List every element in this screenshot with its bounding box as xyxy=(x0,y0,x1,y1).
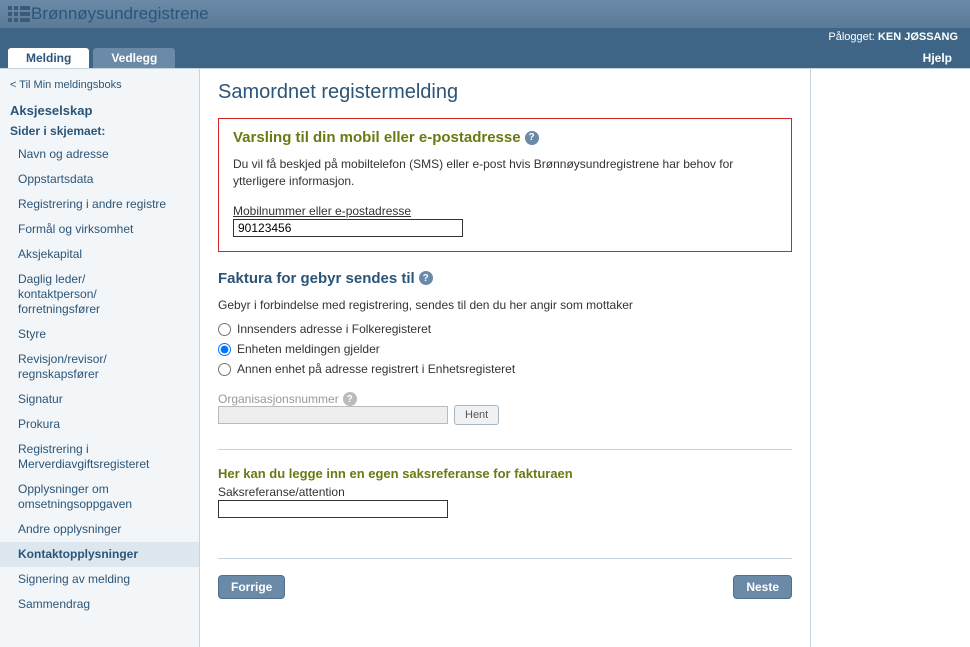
faktura-desc: Gebyr i forbindelse med registrering, se… xyxy=(218,297,792,314)
next-button[interactable]: Neste xyxy=(733,575,792,599)
varsling-title: Varsling til din mobil eller e-postadres… xyxy=(233,129,521,146)
sidebar: < Til Min meldingsboks Aksjeselskap Side… xyxy=(0,69,200,647)
sidebar-item[interactable]: Opplysninger omomsetningsoppgaven xyxy=(0,477,199,517)
login-label: Pålogget: xyxy=(828,31,874,43)
sidebar-item[interactable]: Aksjekapital xyxy=(0,242,199,267)
sidebar-subheading: Sider i skjemaet: xyxy=(0,122,199,142)
sidebar-item[interactable]: Sammendrag xyxy=(0,592,199,617)
tab-melding[interactable]: Melding xyxy=(8,48,89,68)
main-content: Samordnet registermelding Varsling til d… xyxy=(200,69,810,647)
top-header: Brønnøysundregistrene xyxy=(0,0,970,28)
faktura-section: Faktura for gebyr sendes til ? Gebyr i f… xyxy=(218,270,792,451)
ref-title: Her kan du legge inn en egen saksreferan… xyxy=(218,466,792,481)
org-input xyxy=(218,406,448,424)
tab-vedlegg[interactable]: Vedlegg xyxy=(93,48,175,68)
tab-hjelp[interactable]: Hjelp xyxy=(923,48,970,68)
hent-button[interactable]: Hent xyxy=(454,405,499,425)
right-panel xyxy=(810,69,970,647)
prev-button[interactable]: Forrige xyxy=(218,575,285,599)
faktura-option-label: Enheten meldingen gjelder xyxy=(237,342,380,356)
radio-input[interactable] xyxy=(218,363,231,376)
sidebar-item[interactable]: Registrering i andre registre xyxy=(0,192,199,217)
sidebar-item[interactable]: Registrering iMerverdiavgiftsregisteret xyxy=(0,437,199,477)
ref-input[interactable] xyxy=(218,500,448,518)
sidebar-item[interactable]: Revisjon/revisor/regnskapsfører xyxy=(0,347,199,387)
sidebar-heading: Aksjeselskap xyxy=(0,99,199,122)
help-icon[interactable]: ? xyxy=(419,271,433,285)
login-bar: Pålogget: KEN JØSSANG xyxy=(0,28,970,46)
faktura-option[interactable]: Annen enhet på adresse registrert i Enhe… xyxy=(218,359,792,379)
faktura-option[interactable]: Innsenders adresse i Folkeregisteret xyxy=(218,319,792,339)
org-label: Organisasjonsnummer xyxy=(218,392,339,406)
help-icon[interactable]: ? xyxy=(525,131,539,145)
ref-section: Her kan du legge inn en egen saksreferan… xyxy=(218,466,792,559)
mobil-input[interactable] xyxy=(233,219,463,237)
logo-icon xyxy=(8,6,24,22)
varsling-box: Varsling til din mobil eller e-postadres… xyxy=(218,118,792,252)
faktura-option[interactable]: Enheten meldingen gjelder xyxy=(218,339,792,359)
mobil-label: Mobilnummer eller e-postadresse xyxy=(233,204,411,218)
sidebar-item[interactable]: Prokura xyxy=(0,412,199,437)
sidebar-item[interactable]: Andre opplysninger xyxy=(0,517,199,542)
brand-name: Brønnøysundregistrene xyxy=(31,4,209,24)
sidebar-item[interactable]: Styre xyxy=(0,322,199,347)
sidebar-item[interactable]: Signatur xyxy=(0,387,199,412)
back-link[interactable]: < Til Min meldingsboks xyxy=(0,75,199,99)
brand-logo: Brønnøysundregistrene xyxy=(8,4,209,24)
sidebar-item[interactable]: Kontaktopplysninger xyxy=(0,542,199,567)
faktura-title: Faktura for gebyr sendes til xyxy=(218,270,415,287)
login-user: KEN JØSSANG xyxy=(878,31,958,43)
help-icon[interactable]: ? xyxy=(343,392,357,406)
sidebar-item[interactable]: Signering av melding xyxy=(0,567,199,592)
faktura-option-label: Annen enhet på adresse registrert i Enhe… xyxy=(237,362,515,376)
ref-label: Saksreferanse/attention xyxy=(218,485,792,499)
sidebar-item[interactable]: Daglig leder/kontaktperson/forretningsfø… xyxy=(0,267,199,322)
page-title: Samordnet registermelding xyxy=(218,81,792,104)
tab-bar: Melding Vedlegg Hjelp xyxy=(0,46,970,68)
faktura-option-label: Innsenders adresse i Folkeregisteret xyxy=(237,322,431,336)
varsling-desc: Du vil få beskjed på mobiltelefon (SMS) … xyxy=(233,156,777,190)
sidebar-item[interactable]: Oppstartsdata xyxy=(0,167,199,192)
radio-input[interactable] xyxy=(218,343,231,356)
sidebar-item[interactable]: Formål og virksomhet xyxy=(0,217,199,242)
radio-input[interactable] xyxy=(218,323,231,336)
sidebar-item[interactable]: Navn og adresse xyxy=(0,142,199,167)
